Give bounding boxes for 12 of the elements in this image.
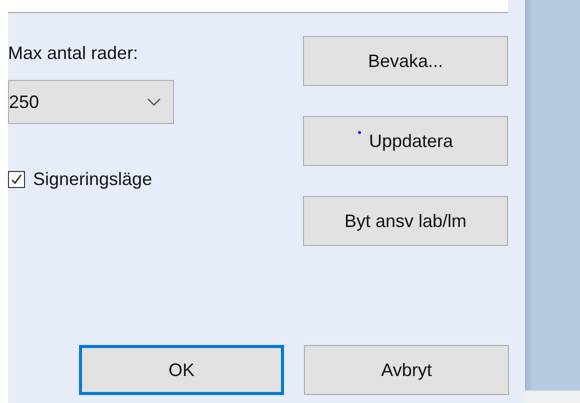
- action-button[interactable]: Byt ansv lab/lm: [303, 196, 508, 246]
- dialog-button[interactable]: Avbryt: [304, 345, 509, 395]
- action-button[interactable]: Bevaka...: [303, 36, 508, 86]
- signing-mode-checkbox[interactable]: [8, 171, 25, 188]
- max-rows-label: Max antal rader:: [8, 42, 140, 65]
- signing-mode-label: Signeringsläge: [33, 169, 152, 190]
- action-button[interactable]: Uppdatera: [303, 116, 508, 166]
- dot-icon: [358, 131, 361, 134]
- max-rows-dropdown[interactable]: 250: [8, 80, 174, 124]
- text-field[interactable]: [8, 0, 508, 13]
- dialog-button[interactable]: OK: [79, 345, 284, 395]
- chevron-down-icon: [147, 98, 161, 106]
